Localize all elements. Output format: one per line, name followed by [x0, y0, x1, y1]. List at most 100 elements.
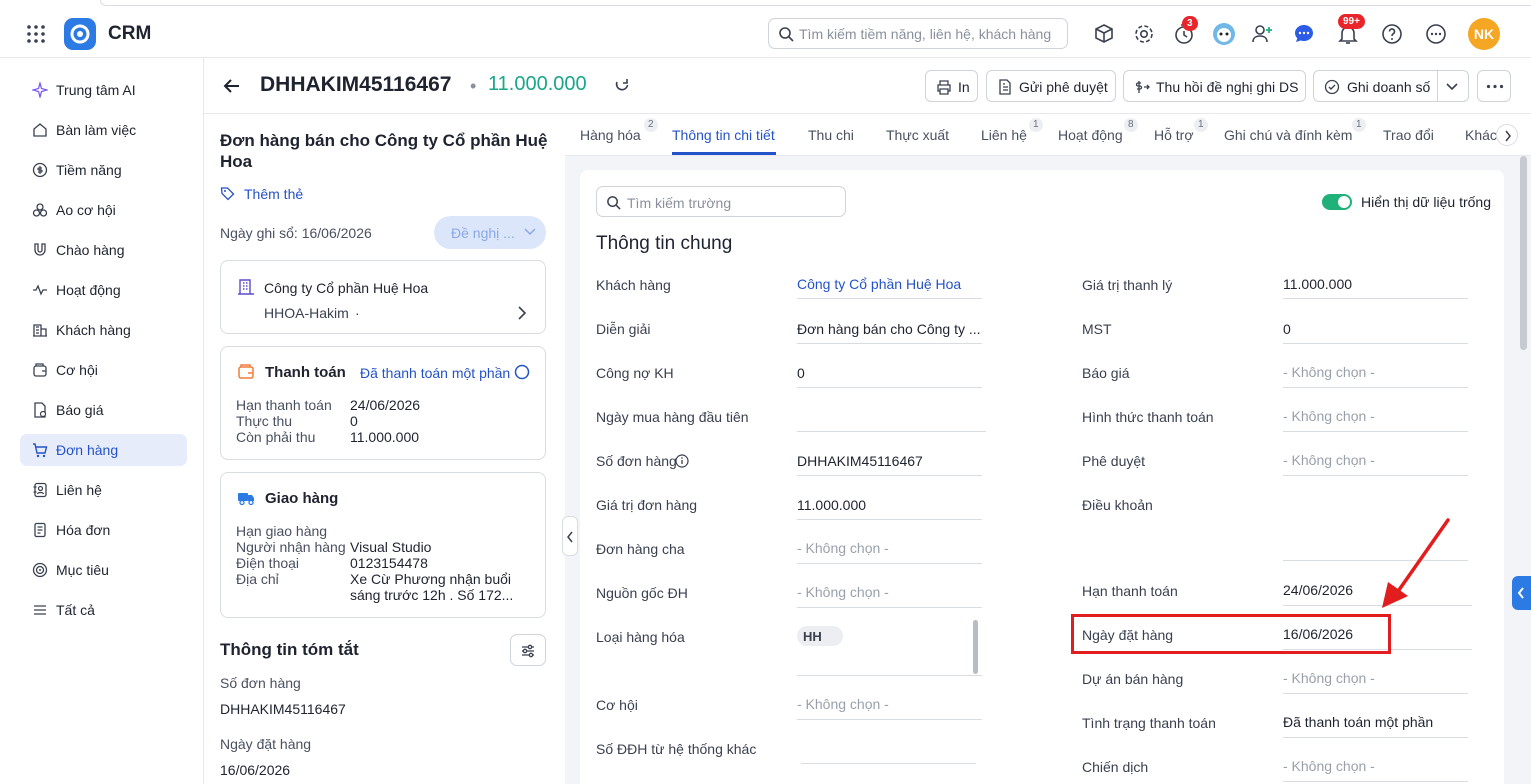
send-approval-button[interactable]: Gửi phê duyệt — [986, 70, 1116, 102]
customer-card[interactable]: Công ty Cổ phần Huệ Hoa HHOA-Hakim · — [220, 260, 546, 334]
box-search-icon[interactable] — [1092, 22, 1116, 46]
goods-type-chip[interactable]: HH — [797, 626, 843, 646]
title-separator: • — [470, 76, 477, 96]
field-underline — [797, 298, 982, 299]
field-label-goods-type: Loại hàng hóa — [596, 629, 685, 645]
goods-type-scrollbar[interactable] — [973, 620, 978, 674]
chevron-down-icon[interactable] — [1446, 82, 1458, 92]
more-circle-icon[interactable] — [1424, 22, 1448, 46]
tab-activities[interactable]: Hoạt động 8 — [1058, 118, 1138, 143]
side-panel-toggle[interactable] — [1512, 576, 1531, 610]
page-scrollbar[interactable] — [1520, 156, 1527, 350]
field-order-source[interactable]: - Không chọn - — [797, 584, 889, 600]
field-customer[interactable]: Công ty Cổ phần Huệ Hoa — [797, 276, 961, 292]
sidebar-item-offers[interactable]: Chào hàng — [20, 234, 187, 266]
field-label-parent-order: Đơn hàng cha — [596, 541, 685, 557]
sidebar-item-customers[interactable]: Khách hàng — [20, 314, 187, 346]
tab-discussion[interactable]: Trao đổi — [1383, 127, 1434, 143]
print-button[interactable]: In — [925, 70, 978, 102]
apps-grid-icon[interactable] — [26, 24, 46, 44]
add-user-icon[interactable] — [1250, 22, 1274, 46]
collapse-panel-button[interactable] — [562, 516, 578, 556]
field-customer-debt[interactable]: 0 — [797, 365, 805, 381]
summary-order-date-label: Ngày đặt hàng — [220, 736, 312, 752]
sidebar-item-opportunities[interactable]: Cơ hội — [20, 354, 187, 386]
sidebar-item-workspace[interactable]: Bàn làm việc — [20, 114, 187, 146]
sidebar-item-invoices[interactable]: Hóa đơn — [20, 514, 187, 546]
add-tag-link[interactable]: Thêm thẻ — [220, 186, 303, 202]
sidebar-item-label: Liên hệ — [56, 482, 102, 498]
sparkle-icon — [32, 82, 48, 98]
sidebar-item-quotes[interactable]: Báo giá — [20, 394, 187, 426]
sidebar-item-leads[interactable]: Tiềm năng — [20, 154, 187, 186]
tab-products[interactable]: Hàng hóa 2 — [580, 118, 658, 143]
field-opportunity[interactable]: - Không chọn - — [797, 696, 889, 712]
field-payment-due[interactable]: 24/06/2026 — [1283, 582, 1353, 598]
propose-button[interactable]: Đề nghị ... — [434, 216, 546, 249]
tab-actual-export[interactable]: Thực xuất — [886, 127, 949, 143]
address-value: Xe Cừ Phương nhận buổi sáng trước 12h . … — [350, 571, 514, 603]
propose-button-label: Đề nghị ... — [451, 225, 515, 241]
field-order-number[interactable]: DHHAKIM45116467 — [797, 453, 923, 469]
show-empty-toggle[interactable] — [1322, 194, 1352, 210]
search-icon — [779, 27, 794, 42]
summary-settings-button[interactable] — [510, 634, 546, 666]
sidebar-item-label: Cơ hội — [56, 362, 98, 378]
field-payment-method[interactable]: - Không chọn - — [1283, 408, 1375, 424]
tab-detail-info[interactable]: Thông tin chi tiết — [672, 127, 775, 143]
revoke-sales-request-button[interactable]: Thu hồi đề nghị ghi DS — [1123, 70, 1306, 102]
browser-edge — [100, 0, 1531, 6]
field-label-sales-project: Dự án bán hàng — [1082, 671, 1184, 687]
tab-contacts[interactable]: Liên hệ 1 — [981, 118, 1043, 143]
back-arrow-icon[interactable] — [222, 76, 242, 96]
field-underline — [797, 431, 986, 432]
help-icon[interactable] — [1380, 22, 1404, 46]
pool-icon — [32, 203, 48, 217]
field-tax-code[interactable]: 0 — [1283, 321, 1291, 337]
field-payment-status[interactable]: Đã thanh toán một phần — [1283, 714, 1433, 730]
more-actions-button[interactable] — [1477, 70, 1511, 102]
sidebar-item-label: Hóa đơn — [56, 522, 111, 538]
record-sales-button[interactable]: Ghi doanh số — [1313, 70, 1469, 102]
field-quote[interactable]: - Không chọn - — [1283, 364, 1375, 380]
gear-icon[interactable] — [1132, 22, 1156, 46]
field-search-input[interactable]: Tìm kiếm trường — [596, 186, 846, 217]
field-sales-project[interactable]: - Không chọn - — [1283, 670, 1375, 686]
tab-notes-attachments[interactable]: Ghi chú và đính kèm 1 — [1224, 118, 1366, 143]
payment-card-title: Thanh toán — [265, 364, 346, 381]
sidebar-item-activities[interactable]: Hoạt động — [20, 274, 187, 306]
tab-count-badge: 2 — [644, 118, 658, 132]
order-value: 11.000.000 — [488, 73, 587, 95]
order-title: Đơn hàng bán cho Công ty Cổ phần Huệ Hoa — [220, 131, 548, 171]
field-campaign[interactable]: - Không chọn - — [1283, 758, 1375, 774]
info-icon[interactable] — [675, 454, 689, 468]
crm-logo-icon[interactable] — [64, 18, 96, 50]
tab-count-badge: 1 — [1029, 118, 1043, 132]
chat-icon[interactable] — [1292, 22, 1316, 46]
field-approval[interactable]: - Không chọn - — [1283, 452, 1375, 468]
mascot-icon[interactable] — [1212, 22, 1236, 46]
user-avatar[interactable]: NK — [1468, 18, 1500, 50]
sidebar-item-all[interactable]: Tất cả — [20, 594, 187, 626]
tabs-scroll-right-button[interactable] — [1496, 124, 1518, 146]
tab-support[interactable]: Hỗ trợ 1 — [1154, 118, 1208, 143]
tab-other[interactable]: Khác — [1465, 127, 1497, 143]
sidebar-item-orders[interactable]: Đơn hàng — [20, 434, 187, 466]
field-label-quote: Báo giá — [1082, 365, 1130, 381]
sidebar-item-goals[interactable]: Mục tiêu — [20, 554, 187, 586]
field-order-value[interactable]: 11.000.000 — [797, 497, 866, 513]
sidebar-item-label: Mục tiêu — [56, 562, 109, 578]
refresh-icon[interactable] — [614, 77, 630, 93]
sidebar-item-opportunity-pool[interactable]: Ao cơ hội — [20, 194, 187, 226]
field-parent-order[interactable]: - Không chọn - — [797, 540, 889, 556]
sidebar-item-ai-center[interactable]: Trung tâm AI — [20, 74, 187, 106]
field-underline — [1283, 737, 1468, 738]
sidebar-item-contacts[interactable]: Liên hệ — [20, 474, 187, 506]
payment-due-value: 24/06/2026 — [350, 397, 421, 413]
field-liquidation-value[interactable]: 11.000.000 — [1283, 276, 1352, 292]
field-description[interactable]: Đơn hàng bán cho Công ty ... — [797, 321, 981, 337]
global-search-input[interactable]: Tìm kiếm tiềm năng, liên hệ, khách hàng — [768, 18, 1068, 49]
active-tab-indicator — [672, 152, 776, 155]
tab-receipts-payments[interactable]: Thu chi — [808, 127, 854, 143]
annotation-arrow-icon — [1382, 518, 1450, 608]
